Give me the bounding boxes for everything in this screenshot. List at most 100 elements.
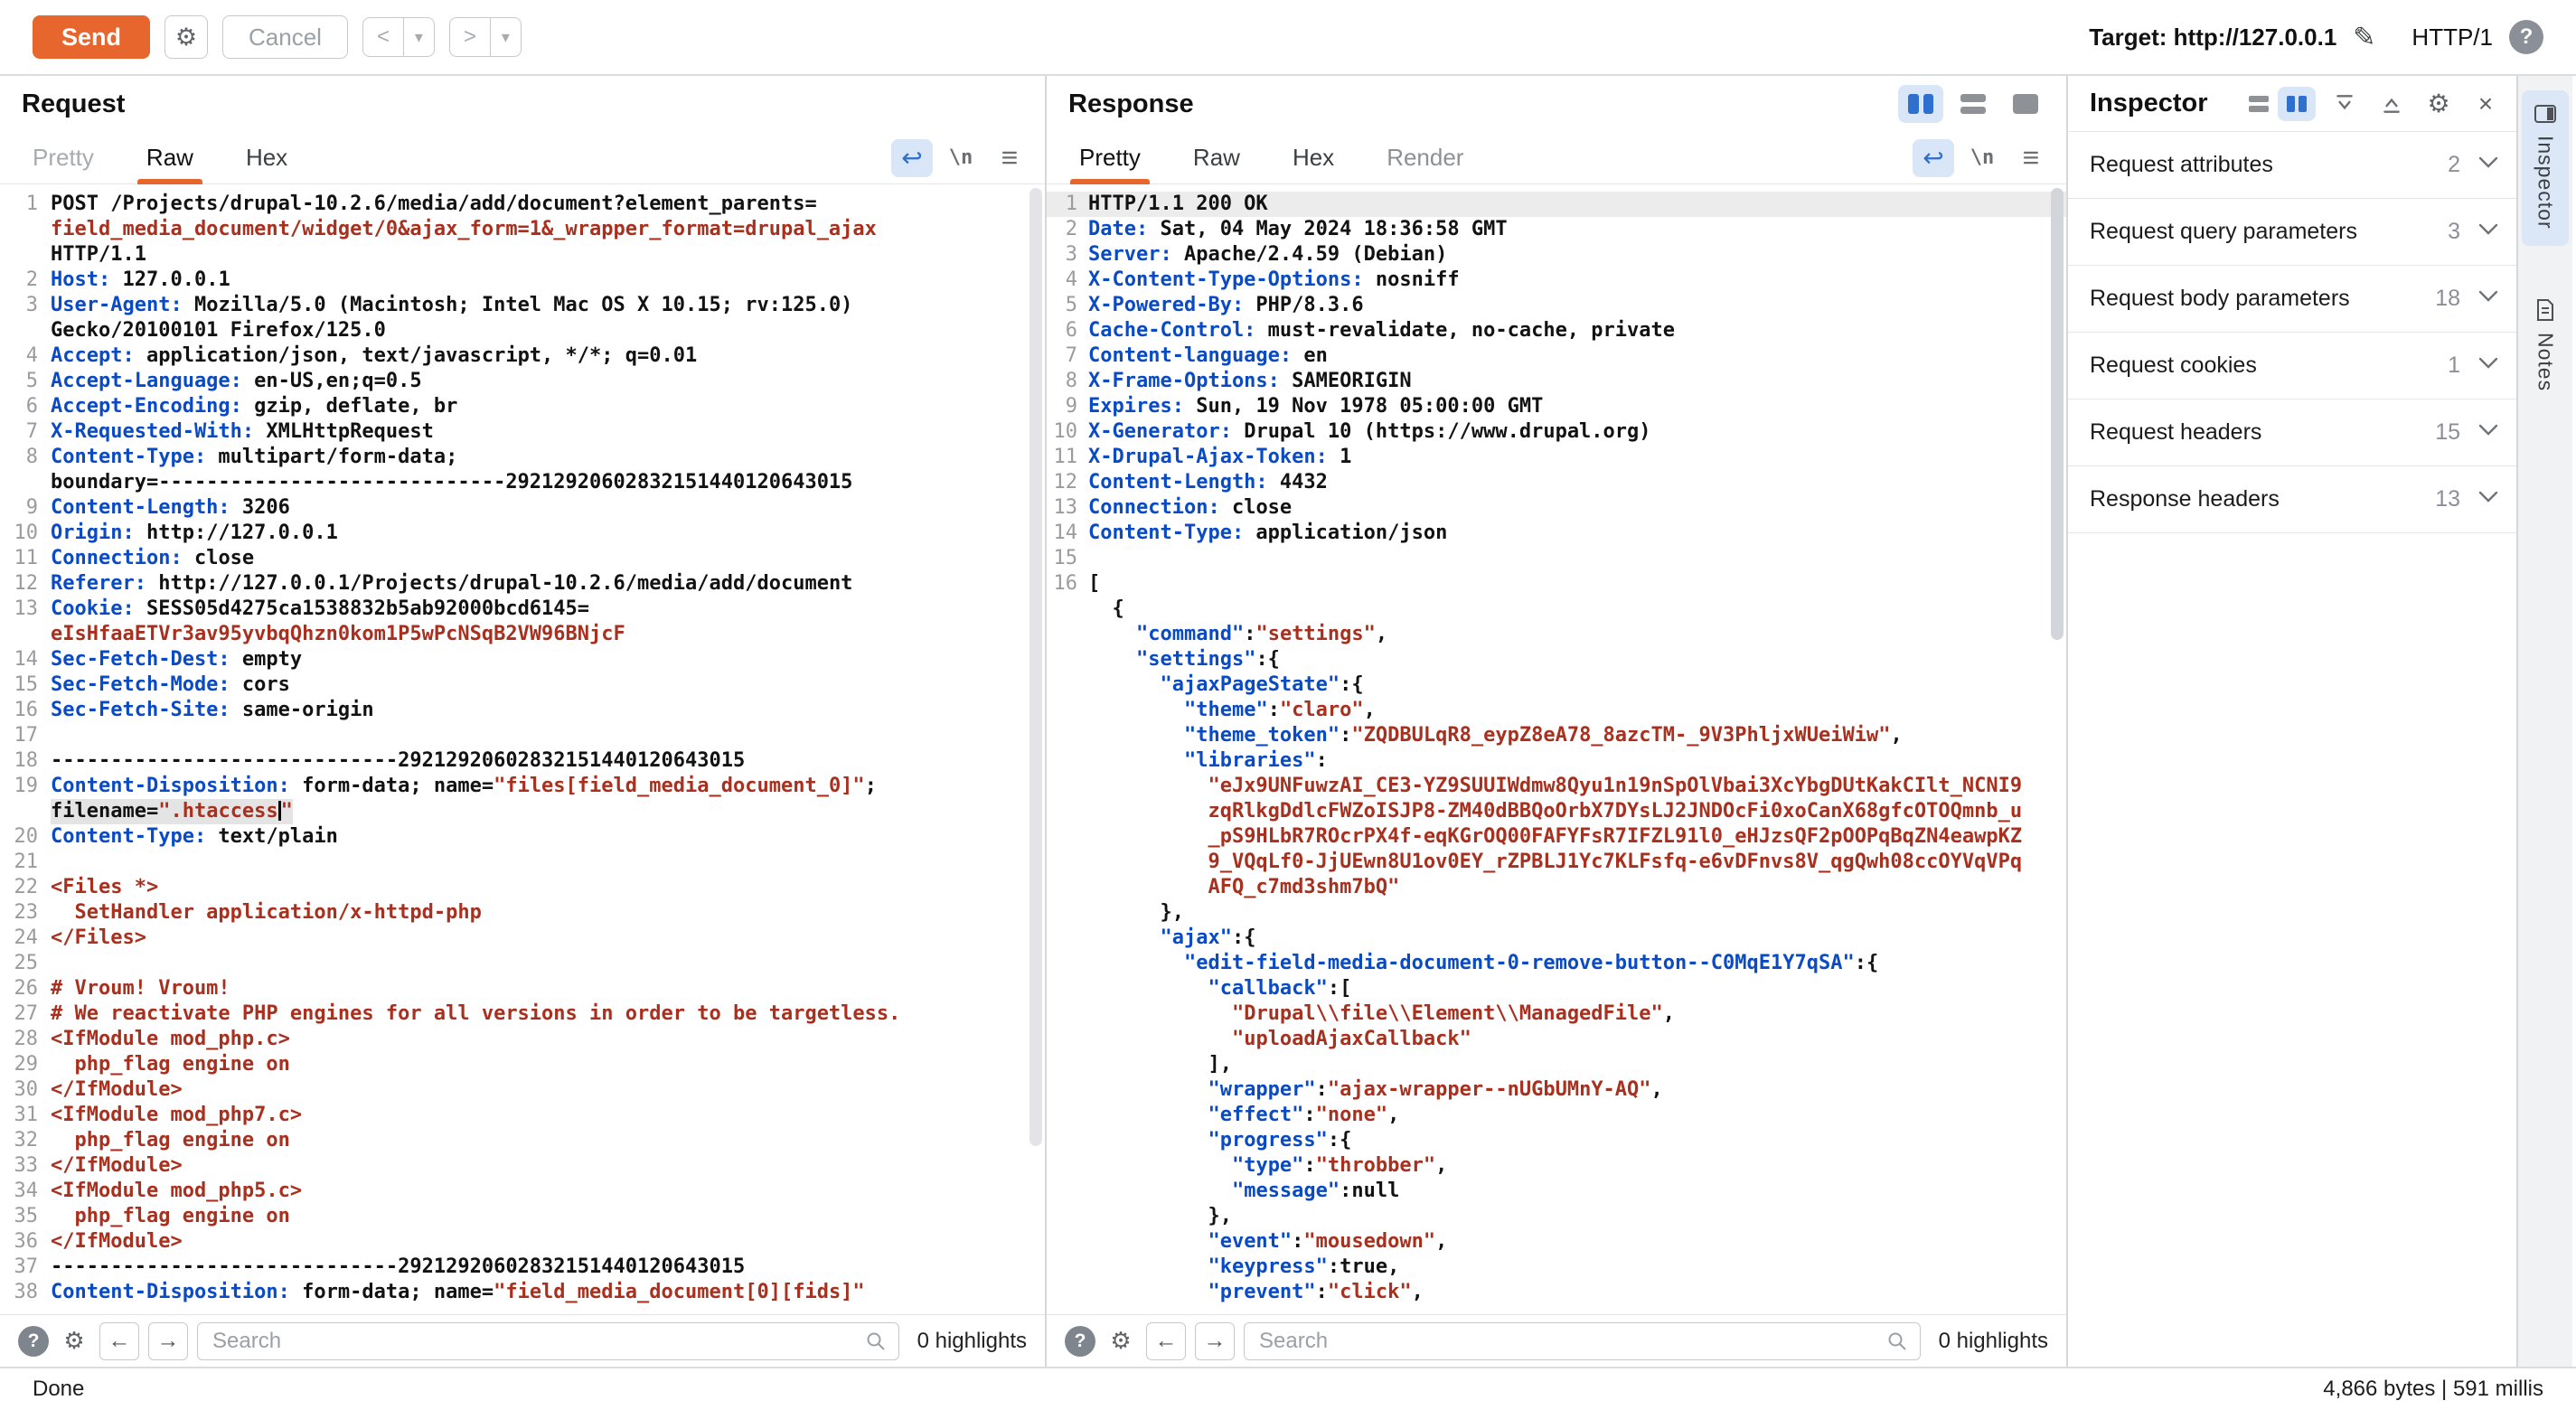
code-line[interactable]: 1POST /Projects/drupal-10.2.6/media/add/… [0,192,1045,217]
code-line[interactable]: 2Host: 127.0.0.1 [0,268,1045,293]
code-line[interactable]: "command":"settings", [1047,622,2066,647]
code-line[interactable]: 15 [1047,546,2066,571]
code-line[interactable]: 3Server: Apache/2.4.59 (Debian) [1047,242,2066,268]
code-line[interactable]: 17 [0,723,1045,748]
code-line[interactable]: 24</Files> [0,926,1045,951]
code-line[interactable]: Gecko/20100101 Firefox/125.0 [0,318,1045,343]
cancel-button[interactable]: Cancel [222,15,348,59]
inspector-section[interactable]: Request attributes2 [2068,132,2516,199]
code-line[interactable]: 31<IfModule mod_php7.c> [0,1103,1045,1128]
search-next-button[interactable]: → [1195,1322,1235,1360]
code-line[interactable]: "Drupal\\file\\Element\\ManagedFile", [1047,1001,2066,1027]
inspector-settings-button[interactable]: ⚙ [2421,86,2457,122]
code-line[interactable]: 3User-Agent: Mozilla/5.0 (Macintosh; Int… [0,293,1045,318]
editor-menu-button[interactable]: ≡ [2010,141,2052,174]
scrollbar-thumb[interactable] [1029,188,1042,1146]
code-line[interactable]: 14Sec-Fetch-Dest: empty [0,647,1045,672]
history-forward-dropdown[interactable]: ▾ [491,17,522,57]
inspector-list-view-button[interactable] [2240,87,2278,121]
side-tab-notes[interactable]: Notes [2522,286,2569,408]
code-line[interactable]: ], [1047,1052,2066,1077]
request-search-input[interactable] [197,1322,899,1360]
code-line[interactable]: "theme_token":"ZQDBULqR8_eypZ8eA78_8azcT… [1047,723,2066,748]
show-newlines-toggle[interactable]: \n [940,146,982,169]
code-line[interactable]: 9Content-Length: 3206 [0,495,1045,521]
response-tab-hex[interactable]: Hex [1293,132,1334,183]
code-line[interactable]: "uploadAjaxCallback" [1047,1027,2066,1052]
code-line[interactable]: "keypress":true, [1047,1255,2066,1280]
request-tab-raw[interactable]: Raw [146,132,193,183]
code-line[interactable]: 28<IfModule mod_php.c> [0,1027,1045,1052]
code-line[interactable]: 27# We reactivate PHP engines for all ve… [0,1001,1045,1027]
code-line[interactable]: 25 [0,951,1045,976]
expand-all-button[interactable] [2327,86,2363,122]
help-icon[interactable]: ? [2509,20,2543,54]
word-wrap-toggle[interactable]: ↩ [891,139,933,177]
code-line[interactable]: _pS9HLbR7ROcrPX4f-eqKGrOQ00FAFYFsR7IFZL9… [1047,824,2066,850]
code-line[interactable]: 5Accept-Language: en-US,en;q=0.5 [0,369,1045,394]
code-line[interactable]: 13Cookie: SESS05d4275ca1538832b5ab92000b… [0,597,1045,622]
history-back-button[interactable]: < [362,17,404,57]
side-tab-inspector[interactable]: Inspector [2522,90,2569,246]
search-help-icon[interactable]: ? [18,1326,49,1357]
code-line[interactable]: 21 [0,850,1045,875]
code-line[interactable]: 14Content-Type: application/json [1047,521,2066,546]
code-line[interactable]: "prevent":"click", [1047,1280,2066,1305]
search-help-icon[interactable]: ? [1065,1326,1095,1357]
code-line[interactable]: 4X-Content-Type-Options: nosniff [1047,268,2066,293]
code-line[interactable]: 4Accept: application/json, text/javascri… [0,343,1045,369]
code-line[interactable]: 16Sec-Fetch-Site: same-origin [0,698,1045,723]
code-line[interactable]: 35 php_flag engine on [0,1204,1045,1229]
code-line[interactable]: AFQ_c7md3shm7bQ" [1047,875,2066,900]
inspector-close-button[interactable]: × [2468,86,2504,122]
edit-target-icon[interactable]: ✎ [2353,22,2375,53]
code-line[interactable]: 8X-Frame-Options: SAMEORIGIN [1047,369,2066,394]
search-settings-icon[interactable]: ⚙ [58,1327,90,1355]
request-editor[interactable]: 1POST /Projects/drupal-10.2.6/media/add/… [0,184,1045,1314]
response-tab-raw[interactable]: Raw [1193,132,1240,183]
code-line[interactable]: }, [1047,1204,2066,1229]
code-line[interactable]: 1HTTP/1.1 200 OK [1047,192,2066,217]
send-settings-button[interactable]: ⚙ [165,15,208,59]
code-line[interactable]: "callback":[ [1047,976,2066,1001]
code-line[interactable]: 7Content-language: en [1047,343,2066,369]
code-line[interactable]: 9Expires: Sun, 19 Nov 1978 05:00:00 GMT [1047,394,2066,419]
search-prev-button[interactable]: ← [99,1322,139,1360]
split-columns-button[interactable] [1898,85,1943,123]
history-forward-button[interactable]: > [449,17,491,57]
code-line[interactable]: }, [1047,900,2066,926]
code-line[interactable]: "libraries": [1047,748,2066,774]
code-line[interactable]: 15Sec-Fetch-Mode: cors [0,672,1045,698]
code-line[interactable]: { [1047,597,2066,622]
inspector-section[interactable]: Request query parameters3 [2068,199,2516,266]
code-line[interactable]: 2Date: Sat, 04 May 2024 18:36:58 GMT [1047,217,2066,242]
inspector-section[interactable]: Request cookies1 [2068,333,2516,400]
code-line[interactable]: "effect":"none", [1047,1103,2066,1128]
code-line[interactable]: "progress":{ [1047,1128,2066,1153]
code-line[interactable]: 7X-Requested-With: XMLHttpRequest [0,419,1045,445]
code-line[interactable]: 26# Vroum! Vroum! [0,976,1045,1001]
single-view-button[interactable] [2003,85,2048,123]
code-line[interactable]: "ajaxPageState":{ [1047,672,2066,698]
code-line[interactable]: "eJx9UNFuwzAI_CE3-YZ9SUUIWdmw8Qyu1n19nSp… [1047,774,2066,799]
code-line[interactable]: boundary=-----------------------------29… [0,470,1045,495]
code-line[interactable]: "wrapper":"ajax-wrapper--nUGbUMnY-AQ", [1047,1077,2066,1103]
code-line[interactable]: 10X-Generator: Drupal 10 (https://www.dr… [1047,419,2066,445]
code-line[interactable]: 6Accept-Encoding: gzip, deflate, br [0,394,1045,419]
code-line[interactable]: 30</IfModule> [0,1077,1045,1103]
scrollbar-thumb[interactable] [2051,188,2064,640]
code-line[interactable]: 18-----------------------------292129206… [0,748,1045,774]
inspector-table-view-button[interactable] [2278,87,2316,121]
search-prev-button[interactable]: ← [1146,1322,1186,1360]
code-line[interactable]: 11Connection: close [0,546,1045,571]
response-search-input[interactable] [1244,1322,1921,1360]
code-line[interactable]: 22<Files *> [0,875,1045,900]
code-line[interactable]: eIsHfaaETVr3av95yvbqQhzn0kom1P5wPcNSqB2V… [0,622,1045,647]
code-line[interactable]: 11X-Drupal-Ajax-Token: 1 [1047,445,2066,470]
search-settings-icon[interactable]: ⚙ [1105,1327,1137,1355]
inspector-section[interactable]: Response headers13 [2068,466,2516,533]
code-line[interactable]: "message":null [1047,1179,2066,1204]
code-line[interactable]: 12Content-Length: 4432 [1047,470,2066,495]
code-line[interactable]: 8Content-Type: multipart/form-data; [0,445,1045,470]
code-line[interactable]: 34<IfModule mod_php5.c> [0,1179,1045,1204]
